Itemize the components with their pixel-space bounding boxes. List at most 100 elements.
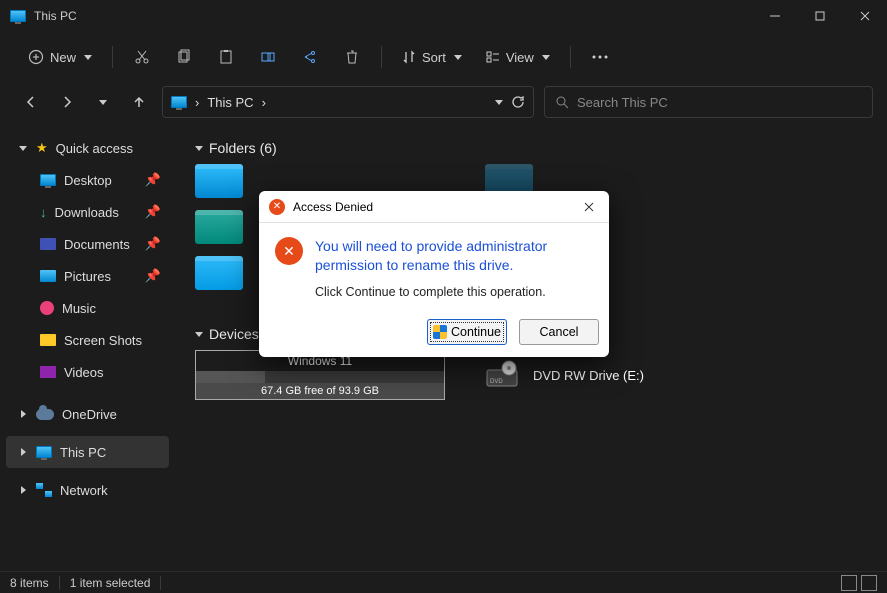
- folders-section-header[interactable]: Folders (6): [195, 140, 867, 156]
- sort-button[interactable]: Sort: [392, 40, 472, 74]
- sort-icon: [402, 50, 416, 64]
- dialog-body: ✕ You will need to provide administrator…: [259, 223, 609, 285]
- expand-caret[interactable]: [18, 448, 28, 456]
- sidebar-item-label: Desktop: [64, 173, 112, 188]
- this-pc-icon: [171, 96, 187, 108]
- paste-button[interactable]: [207, 40, 245, 74]
- sidebar-item-label: Music: [62, 301, 96, 316]
- video-icon: [40, 366, 56, 378]
- view-button[interactable]: View: [476, 40, 560, 74]
- separator: [570, 46, 571, 68]
- close-button[interactable]: [842, 0, 887, 32]
- rename-button[interactable]: [249, 40, 287, 74]
- drive-free-text: 67.4 GB free of 93.9 GB: [196, 383, 444, 399]
- refresh-button[interactable]: [511, 95, 525, 109]
- share-icon: [302, 49, 318, 65]
- up-button[interactable]: [126, 89, 152, 115]
- breadcrumb-caret: ›: [195, 95, 199, 110]
- app-icon: [10, 9, 26, 23]
- separator: [160, 576, 161, 590]
- chevron-down-icon: [84, 55, 92, 60]
- folder-icon: [40, 334, 56, 346]
- drive-dvd[interactable]: DVD DVD RW Drive (E:): [485, 350, 745, 400]
- network-icon: [36, 483, 52, 497]
- pin-icon: 📌: [145, 268, 161, 284]
- chevron-down-icon: [454, 55, 462, 60]
- sidebar-item-documents[interactable]: Documents📌: [6, 228, 169, 260]
- shield-icon: [433, 325, 447, 339]
- back-button[interactable]: [18, 89, 44, 115]
- details-view-button[interactable]: [841, 575, 857, 591]
- sidebar-item-network[interactable]: Network: [6, 474, 169, 506]
- continue-button[interactable]: Continue: [427, 319, 507, 345]
- music-icon: [40, 301, 54, 315]
- folders-header-label: Folders (6): [209, 140, 277, 156]
- chevron-down-icon: [195, 332, 203, 337]
- sidebar-item-onedrive[interactable]: OneDrive: [6, 398, 169, 430]
- drive-usage-bar: [196, 371, 444, 383]
- minimize-button[interactable]: [752, 0, 797, 32]
- folder-tile[interactable]: [195, 210, 243, 244]
- copy-icon: [176, 49, 192, 65]
- dialog-close-button[interactable]: [577, 195, 601, 219]
- dvd-label: DVD RW Drive (E:): [533, 368, 644, 383]
- status-bar: 8 items 1 item selected: [0, 571, 887, 593]
- cancel-button[interactable]: Cancel: [519, 319, 599, 345]
- quick-access-group[interactable]: ★ Quick access: [6, 132, 169, 164]
- paste-icon: [218, 49, 234, 65]
- forward-button[interactable]: [54, 89, 80, 115]
- delete-button[interactable]: [333, 40, 371, 74]
- maximize-button[interactable]: [797, 0, 842, 32]
- sidebar-item-label: Videos: [64, 365, 104, 380]
- rename-icon: [260, 49, 276, 65]
- cut-icon: [134, 49, 150, 65]
- onedrive-label: OneDrive: [62, 407, 117, 422]
- document-icon: [40, 238, 56, 250]
- breadcrumb-caret: ›: [262, 95, 266, 110]
- pin-icon: 📌: [145, 172, 161, 188]
- share-button[interactable]: [291, 40, 329, 74]
- thispc-label: This PC: [60, 445, 106, 460]
- chevron-down-icon: [542, 55, 550, 60]
- download-icon: ↓: [40, 205, 47, 220]
- cut-button[interactable]: [123, 40, 161, 74]
- toolbar: New Sort View: [0, 32, 887, 82]
- quick-access-label: Quick access: [56, 141, 133, 156]
- separator: [381, 46, 382, 68]
- sidebar-item-music[interactable]: Music: [6, 292, 169, 324]
- breadcrumb-location[interactable]: This PC: [207, 95, 253, 110]
- expand-caret[interactable]: [18, 486, 28, 494]
- separator: [112, 46, 113, 68]
- recent-button[interactable]: [90, 89, 116, 115]
- copy-button[interactable]: [165, 40, 203, 74]
- more-button[interactable]: [581, 40, 619, 74]
- sidebar-item-screenshots[interactable]: Screen Shots: [6, 324, 169, 356]
- search-box[interactable]: Search This PC: [544, 86, 873, 118]
- folder-tile[interactable]: [195, 164, 243, 198]
- sidebar-item-thispc[interactable]: This PC: [6, 436, 169, 468]
- star-icon: ★: [36, 140, 48, 156]
- sidebar-item-pictures[interactable]: Pictures📌: [6, 260, 169, 292]
- dialog-titlebar: ✕ Access Denied: [259, 191, 609, 223]
- network-label: Network: [60, 483, 108, 498]
- sidebar-item-label: Downloads: [55, 205, 119, 220]
- separator: [59, 576, 60, 590]
- thumbnails-view-button[interactable]: [861, 575, 877, 591]
- history-dropdown[interactable]: [495, 100, 503, 105]
- cancel-label: Cancel: [540, 325, 579, 339]
- address-bar[interactable]: › This PC ›: [162, 86, 534, 118]
- this-pc-icon: [36, 446, 52, 458]
- sidebar-item-videos[interactable]: Videos: [6, 356, 169, 388]
- status-item-count: 8 items: [10, 576, 49, 590]
- folder-tile[interactable]: [195, 256, 243, 290]
- expand-caret[interactable]: [18, 410, 28, 418]
- sidebar-item-downloads[interactable]: ↓Downloads📌: [6, 196, 169, 228]
- sort-label: Sort: [422, 50, 446, 65]
- view-switcher: [841, 575, 877, 591]
- sidebar-item-desktop[interactable]: Desktop 📌: [6, 164, 169, 196]
- drive-windows[interactable]: Windows 11 67.4 GB free of 93.9 GB: [195, 350, 445, 400]
- expand-caret[interactable]: [18, 146, 28, 151]
- new-button[interactable]: New: [18, 40, 102, 74]
- dialog-title: Access Denied: [293, 200, 373, 214]
- picture-icon: [40, 270, 56, 282]
